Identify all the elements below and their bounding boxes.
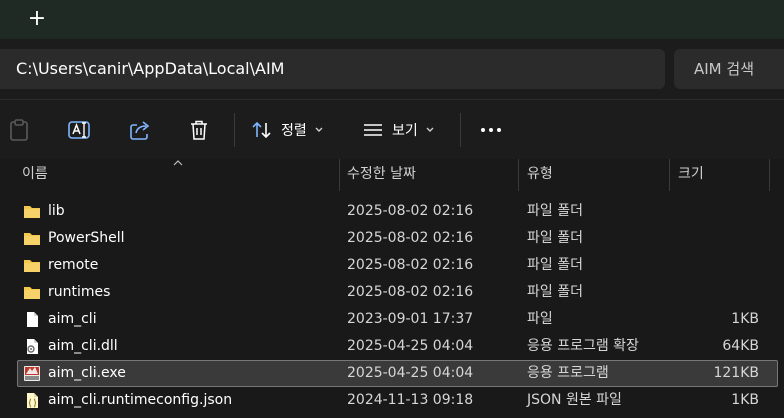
file-icon: [27, 312, 38, 327]
file-type: 파일 폴더: [527, 284, 583, 300]
address-row: C:\Users\canir\AppData\Local\AIM AIM 검색: [0, 39, 784, 99]
sort-label: 정렬: [281, 123, 307, 139]
table-row[interactable]: remote 2025-08-02 02:16 파일 폴더: [0, 252, 784, 279]
table-row[interactable]: aim_cli 2023-09-01 17:37 파일 1KB: [0, 306, 784, 333]
file-type: JSON 원본 파일: [527, 392, 622, 408]
folder-icon: [24, 206, 40, 218]
table-row[interactable]: runtimes 2025-08-02 02:16 파일 폴더: [0, 279, 784, 306]
file-list: lib 2025-08-02 02:16 파일 폴더 PowerShell 20…: [0, 198, 784, 414]
file-date: 2023-09-01 17:37: [347, 311, 474, 327]
file-type: 응용 프로그램 확장: [527, 338, 639, 354]
file-size: 64KB: [722, 338, 759, 354]
file-type: 파일 폴더: [527, 257, 583, 273]
column-header-size[interactable]: 크기: [678, 159, 704, 191]
table-row[interactable]: aim_cli.runtimeconfig.json 2024-11-13 09…: [0, 387, 784, 414]
folder-icon: [24, 233, 40, 245]
table-row[interactable]: lib 2025-08-02 02:16 파일 폴더: [0, 198, 784, 225]
table-row-selected[interactable]: aim_cli.exe 2025-04-25 04:04 응용 프로그램 121…: [0, 360, 784, 387]
file-size: 1KB: [731, 311, 759, 327]
share-icon: [130, 121, 150, 140]
file-size: 121KB: [713, 365, 759, 381]
column-divider[interactable]: [518, 159, 519, 191]
chevron-down-icon: [315, 127, 323, 132]
file-type: 파일: [527, 311, 553, 327]
rename-icon: [68, 121, 90, 139]
command-bar: 정렬 보기: [0, 99, 784, 159]
column-headers: 이름 수정한 날짜 유형 크기: [0, 159, 784, 191]
title-bar: +: [0, 0, 784, 39]
file-name: aim_cli: [48, 311, 97, 327]
column-header-type[interactable]: 유형: [527, 159, 553, 191]
address-bar[interactable]: C:\Users\canir\AppData\Local\AIM: [0, 49, 665, 89]
file-date: 2025-08-02 02:16: [347, 257, 474, 273]
search-placeholder: AIM 검색: [694, 60, 754, 78]
clipboard-icon: [10, 119, 28, 141]
file-date: 2025-08-02 02:16: [347, 230, 474, 246]
trash-icon: [191, 120, 207, 140]
file-name: remote: [48, 257, 99, 273]
table-row[interactable]: aim_cli.dll 2025-04-25 04:04 응용 프로그램 확장 …: [0, 333, 784, 360]
file-name: PowerShell: [48, 230, 125, 246]
file-type: 파일 폴더: [527, 230, 583, 246]
exe-icon: [24, 366, 40, 381]
search-box[interactable]: AIM 검색: [674, 49, 784, 89]
sort-ascending-icon: [173, 160, 183, 166]
file-size: 1KB: [731, 392, 759, 408]
table-row[interactable]: PowerShell 2025-08-02 02:16 파일 폴더: [0, 225, 784, 252]
column-header-name[interactable]: 이름: [22, 159, 48, 191]
sort-button[interactable]: 정렬: [251, 114, 324, 146]
file-date: 2025-04-25 04:04: [347, 365, 474, 381]
view-label: 보기: [392, 123, 418, 139]
view-list-icon: [364, 124, 382, 136]
new-tab-button[interactable]: +: [24, 6, 50, 32]
rename-button[interactable]: [67, 114, 93, 146]
command-separator: [460, 113, 461, 147]
command-separator: [234, 113, 235, 147]
delete-button[interactable]: [188, 114, 210, 146]
file-date: 2025-08-02 02:16: [347, 284, 474, 300]
paste-button[interactable]: [8, 114, 30, 146]
more-icon: [481, 128, 501, 132]
share-button[interactable]: [128, 114, 152, 146]
address-path: C:\Users\canir\AppData\Local\AIM: [16, 59, 285, 78]
sort-icon: [252, 121, 271, 139]
file-name: runtimes: [48, 284, 111, 300]
file-name: lib: [48, 203, 65, 219]
column-divider[interactable]: [339, 159, 340, 191]
dll-icon: [27, 339, 38, 354]
file-name: aim_cli.exe: [48, 365, 126, 381]
chevron-down-icon: [426, 127, 434, 132]
column-divider[interactable]: [669, 159, 670, 191]
file-type: 응용 프로그램: [527, 365, 609, 381]
file-date: 2025-04-25 04:04: [347, 338, 474, 354]
column-header-date[interactable]: 수정한 날짜: [347, 159, 416, 191]
file-date: 2024-11-13 09:18: [347, 392, 474, 408]
file-date: 2025-08-02 02:16: [347, 203, 474, 219]
json-icon: [27, 393, 38, 408]
folder-icon: [24, 287, 40, 299]
folder-icon: [24, 260, 40, 272]
more-button[interactable]: [479, 114, 503, 146]
view-button[interactable]: 보기: [362, 114, 435, 146]
file-name: aim_cli.runtimeconfig.json: [48, 392, 233, 408]
file-name: aim_cli.dll: [48, 338, 118, 354]
column-divider[interactable]: [769, 159, 770, 191]
file-type: 파일 폴더: [527, 203, 583, 219]
